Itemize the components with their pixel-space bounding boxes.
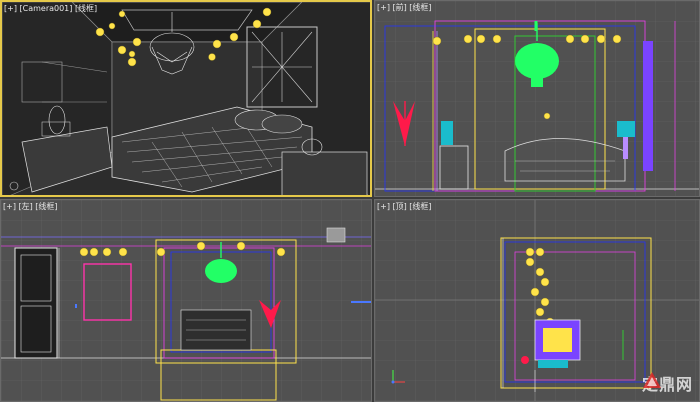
watermark: 定鼎网 <box>642 371 693 395</box>
viewport-perspective[interactable]: [+] [Camera001] [线框] <box>0 0 372 197</box>
max-viewport-layout: [+] [Camera001] [线框] [+] [前] [线框] [+] [左… <box>0 0 700 402</box>
viewport-left[interactable]: [+] [左] [线框] <box>0 199 372 402</box>
viewport-front[interactable]: [+] [前] [线框] <box>374 0 700 197</box>
left-elevation-wireframe <box>1 200 371 401</box>
viewport-label-top[interactable]: [+] [顶] [线框] <box>377 201 432 212</box>
viewport-top[interactable]: [+] [顶] [线框] 定鼎网 <box>374 199 700 402</box>
front-elevation-wireframe <box>375 1 699 196</box>
viewport-label-left[interactable]: [+] [左] [线框] <box>3 201 58 212</box>
perspective-wireframe-scene <box>2 2 370 195</box>
viewport-label-front[interactable]: [+] [前] [线框] <box>377 2 432 13</box>
dingding-logo-icon <box>642 372 661 388</box>
viewport-label-perspective[interactable]: [+] [Camera001] [线框] <box>4 3 97 14</box>
